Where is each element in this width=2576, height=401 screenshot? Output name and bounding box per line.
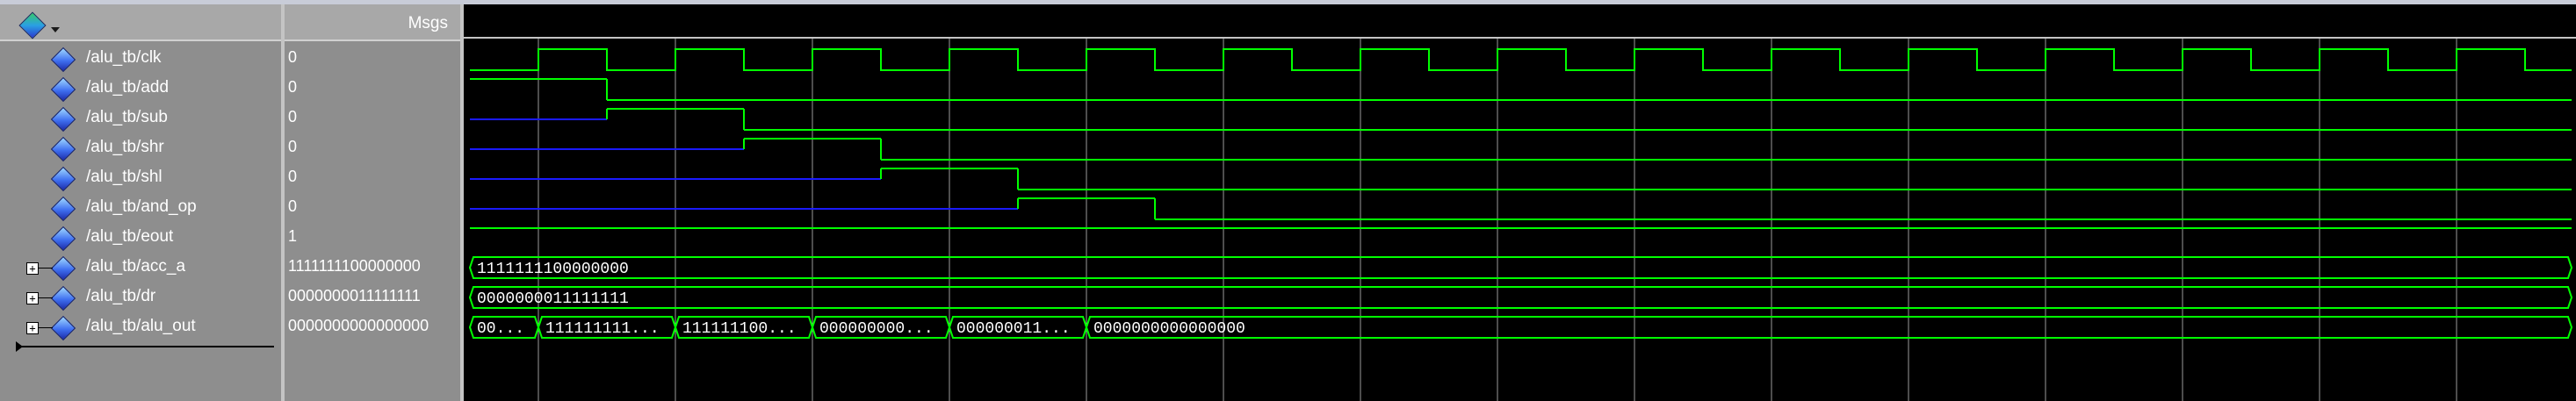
bus-value-label: 111111111... [545, 320, 660, 338]
waveform-shr[interactable] [470, 138, 2572, 161]
clock-trace [470, 48, 2572, 71]
waveform-area[interactable]: 1111111100000000 0000000011111111 00... 111… [0, 0, 2576, 401]
bus-segment [1085, 316, 2573, 339]
waveform-dr[interactable]: 0000000011111111 [468, 286, 2573, 309]
bus-value-label: 00... [477, 320, 524, 338]
bus-value-label: 0000000011111111 [477, 290, 629, 308]
waveform-sub[interactable] [470, 108, 2572, 131]
waveform-alu_out[interactable]: 00... 111111111... 111111100... 000000000..… [468, 316, 2573, 339]
bus-value-label: 1111111100000000 [477, 261, 629, 278]
bus-segment [468, 286, 2573, 309]
bus-segment [468, 256, 2573, 279]
waveform-clk[interactable] [470, 48, 2572, 71]
bus-value-label: 0000000000000000 [1093, 320, 1245, 338]
waveform-shl[interactable] [470, 168, 2572, 190]
waveform-and_op[interactable] [470, 197, 2572, 220]
bus-value-label: 111111100... [682, 320, 797, 338]
bus-value-label: 000000000... [819, 320, 934, 338]
waveform-acc_a[interactable]: 1111111100000000 [468, 256, 2573, 279]
bus-value-label: 000000011... [956, 320, 1071, 338]
waveform-add[interactable] [470, 78, 2572, 101]
